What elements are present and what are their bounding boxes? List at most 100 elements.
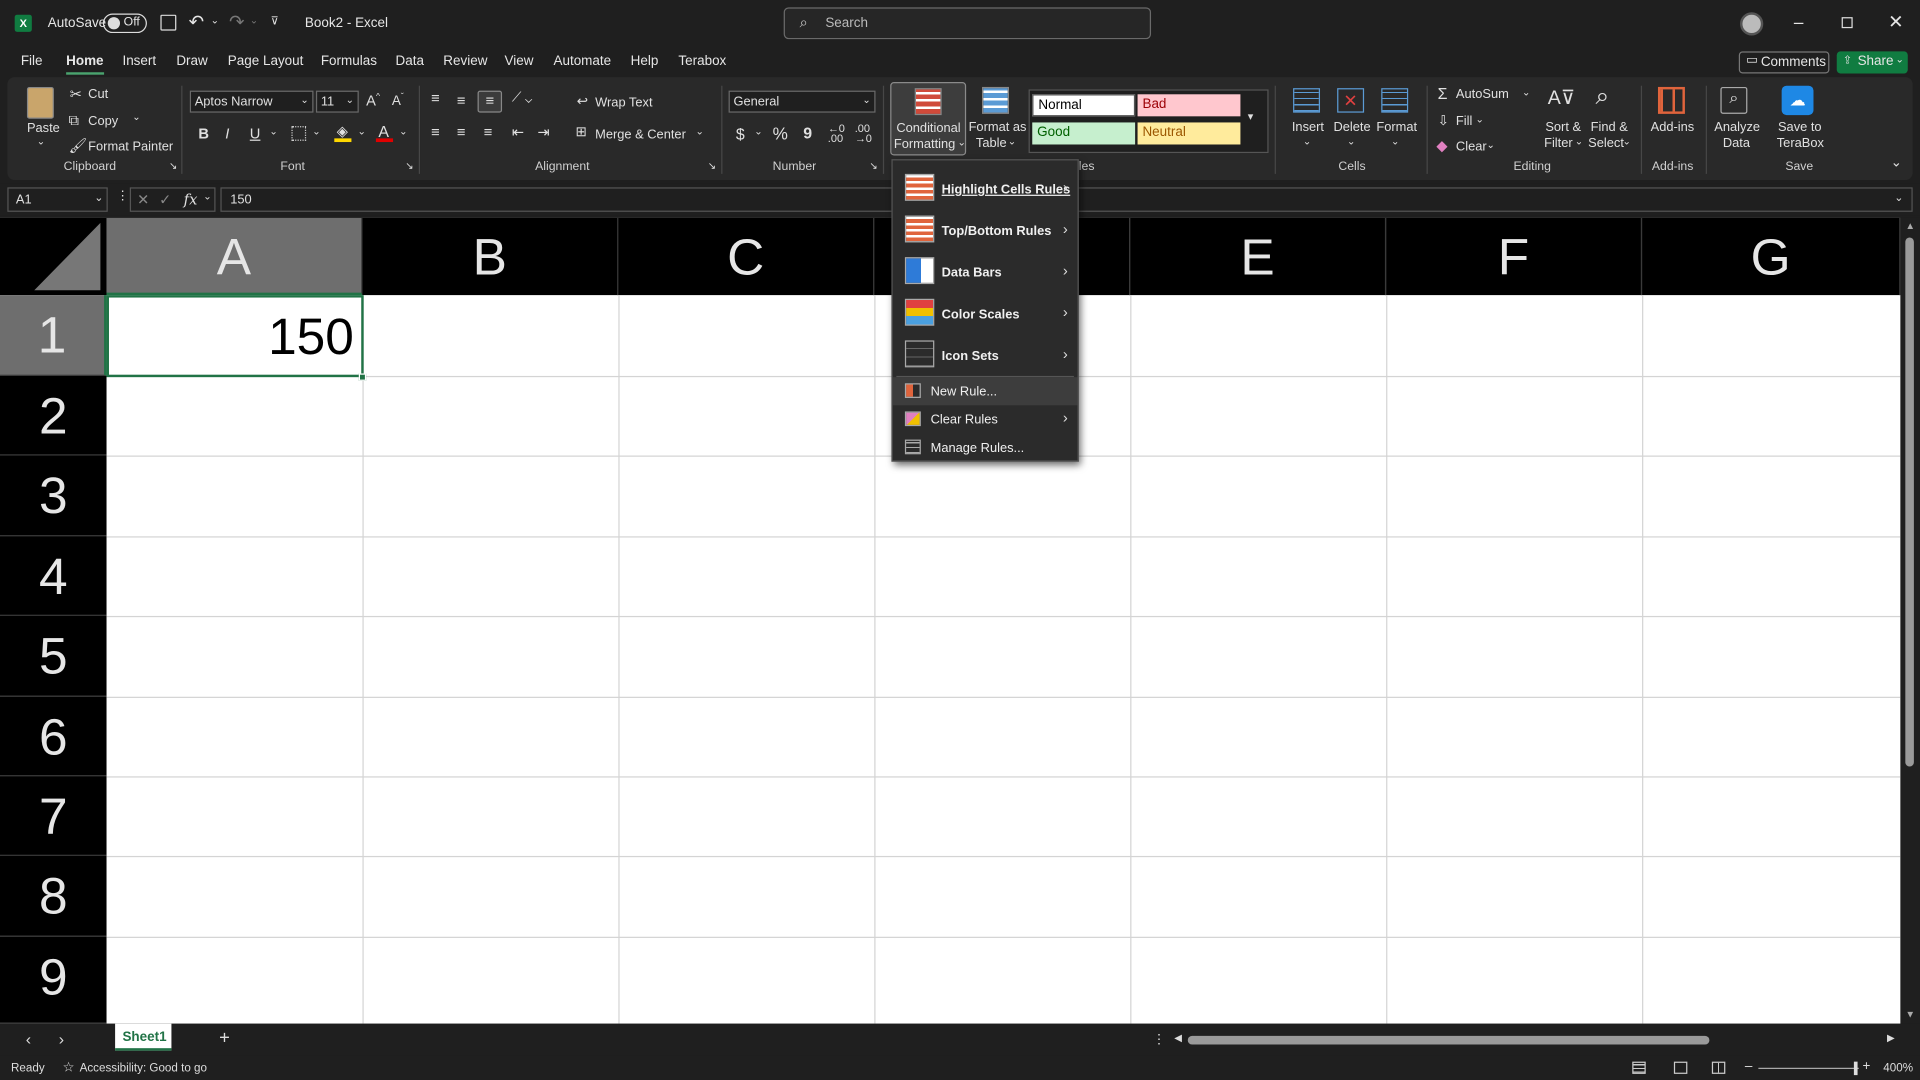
increase-font-icon[interactable]: A^ (366, 92, 380, 109)
autosum-label[interactable]: AutoSum (1456, 87, 1509, 102)
row-header-2[interactable]: 2 (0, 375, 107, 456)
column-header-b[interactable]: B (362, 217, 619, 296)
close-icon[interactable]: ✕ (1888, 11, 1903, 33)
decrease-indent-icon[interactable]: ⇤ (512, 124, 524, 141)
fill-color-dropdown-icon[interactable]: ⌄ (358, 126, 366, 137)
menu-item-new-rule[interactable]: New Rule... (892, 377, 1078, 406)
clear-dropdown-icon[interactable]: ⌄ (1487, 140, 1495, 151)
style-normal[interactable]: Normal (1032, 94, 1136, 117)
redo-icon[interactable]: ↷ (229, 11, 244, 33)
cancel-entry-icon[interactable]: ✕ (137, 191, 149, 208)
row-header-8[interactable]: 8 (0, 855, 107, 937)
underline-button[interactable]: U (250, 125, 261, 142)
orientation-icon[interactable]: ⟋ ⌄ (512, 91, 532, 107)
column-header-e[interactable]: E (1130, 217, 1387, 296)
row-header-5[interactable]: 5 (0, 615, 107, 697)
row-header-3[interactable]: 3 (0, 455, 107, 537)
analyze-data-icon[interactable]: ⌕ (1720, 86, 1748, 114)
number-launcher-icon[interactable]: ↘ (869, 160, 877, 171)
customize-qat-icon[interactable]: ⊽ (271, 15, 279, 28)
page-layout-view-icon[interactable] (1673, 1061, 1688, 1074)
zoom-slider-thumb[interactable] (1853, 1061, 1858, 1076)
row-header-9[interactable]: 9 (0, 936, 107, 1024)
format-as-table-label-1[interactable]: Format as (969, 120, 1027, 135)
page-break-view-icon[interactable] (1711, 1061, 1726, 1074)
menu-item-data-bars[interactable]: Data Bars › (893, 251, 1078, 293)
format-as-table-icon[interactable] (982, 86, 1009, 114)
sort-filter-dropdown-icon[interactable]: ⌄ (1575, 136, 1583, 147)
sort-filter-label-2[interactable]: Filter (1544, 136, 1573, 151)
tab-automate[interactable]: Automate (553, 54, 611, 69)
menu-item-highlight-cells-rules[interactable]: Highlight Cells Rules › (893, 168, 1078, 210)
increase-indent-icon[interactable]: ⇥ (538, 124, 550, 141)
comments-button[interactable]: ▭ Comments (1738, 51, 1830, 74)
copy-label[interactable]: Copy (88, 114, 118, 129)
format-as-table-dropdown-icon[interactable]: ⌄ (1008, 136, 1016, 147)
delete-cells-label[interactable]: Delete (1333, 120, 1370, 135)
currency-button[interactable]: $ (736, 125, 745, 143)
format-painter-label[interactable]: Format Painter (88, 140, 173, 155)
copy-dropdown-icon[interactable]: ⌄ (132, 111, 140, 122)
undo-dropdown-icon[interactable]: ⌄ (211, 15, 219, 26)
autosave-toggle[interactable]: Off (102, 13, 147, 34)
row-header-7[interactable]: 7 (0, 776, 107, 856)
delete-dropdown-icon[interactable]: ⌄ (1347, 136, 1355, 147)
align-right-icon[interactable]: ≡ (484, 124, 493, 141)
prev-sheet-icon[interactable]: ‹ (26, 1030, 31, 1048)
vertical-scrollbar[interactable]: ▲ ▼ (1900, 217, 1920, 1024)
wrap-text-label[interactable]: Wrap Text (595, 96, 652, 111)
tab-insert[interactable]: Insert (122, 54, 156, 69)
expand-formula-bar-icon[interactable]: ⌄ (1894, 191, 1903, 204)
zoom-out-icon[interactable]: – (1745, 1059, 1753, 1074)
find-select-dropdown-icon[interactable]: ⌄ (1622, 136, 1630, 147)
restore-icon[interactable] (1841, 17, 1853, 29)
align-center-icon[interactable]: ≡ (457, 124, 466, 141)
align-bottom-icon[interactable]: ≡ (477, 90, 503, 113)
active-cell-a1[interactable]: 150 (106, 295, 364, 378)
menu-item-top-bottom-rules[interactable]: Top/Bottom Rules › (893, 209, 1078, 251)
font-name-select[interactable]: Aptos Narrow ⌄ (189, 90, 314, 113)
paste-label[interactable]: Paste (27, 121, 60, 136)
borders-icon[interactable] (291, 126, 307, 141)
insert-function-icon[interactable]: fx (184, 191, 198, 208)
format-dropdown-icon[interactable]: ⌄ (1391, 136, 1399, 147)
increase-decimal-icon[interactable]: ←0.00 (828, 123, 845, 144)
find-select-label-2[interactable]: Select (1588, 136, 1624, 151)
confirm-entry-icon[interactable]: ✓ (159, 191, 171, 208)
column-header-a[interactable]: A (106, 217, 363, 296)
autosum-dropdown-icon[interactable]: ⌄ (1522, 87, 1530, 98)
add-sheet-icon[interactable]: + (219, 1027, 230, 1048)
menu-item-color-scales[interactable]: Color Scales › (893, 293, 1078, 335)
currency-dropdown-icon[interactable]: ⌄ (754, 126, 762, 137)
row-header-4[interactable]: 4 (0, 536, 107, 616)
insert-cells-icon[interactable] (1293, 88, 1321, 113)
tab-draw[interactable]: Draw (176, 54, 207, 69)
bold-button[interactable]: B (198, 125, 209, 142)
analyze-data-label-2[interactable]: Data (1723, 136, 1750, 151)
borders-dropdown-icon[interactable]: ⌄ (312, 126, 320, 137)
format-cells-icon[interactable] (1381, 88, 1409, 113)
ribbon-collapse-icon[interactable]: ⌄ (1891, 154, 1902, 171)
vertical-scroll-thumb[interactable] (1905, 237, 1914, 767)
tab-help[interactable]: Help (631, 54, 659, 69)
fill-handle[interactable] (358, 373, 367, 381)
column-header-g[interactable]: G (1642, 217, 1901, 296)
horizontal-scroll-thumb[interactable] (1187, 1035, 1710, 1045)
addins-icon[interactable] (1657, 86, 1685, 114)
zoom-slider-track[interactable] (1758, 1067, 1859, 1069)
addins-label[interactable]: Add-ins (1651, 120, 1695, 135)
style-neutral[interactable]: Neutral (1137, 122, 1241, 145)
scroll-left-icon[interactable]: ◀ (1174, 1032, 1182, 1043)
style-good[interactable]: Good (1032, 122, 1136, 145)
conditional-formatting-button[interactable]: Conditional Formatting ⌄ (890, 82, 967, 156)
menu-item-clear-rules[interactable]: Clear Rules › (893, 405, 1078, 433)
terabox-cloud-icon[interactable]: ☁ (1781, 85, 1814, 116)
underline-dropdown-icon[interactable]: ⌄ (269, 126, 277, 137)
font-launcher-icon[interactable]: ↘ (405, 160, 413, 171)
tab-view[interactable]: View (504, 54, 533, 69)
tab-file[interactable]: File (21, 54, 43, 69)
redo-dropdown-icon[interactable]: ⌄ (250, 15, 258, 26)
row-header-6[interactable]: 6 (0, 696, 107, 777)
column-header-f[interactable]: F (1386, 217, 1643, 296)
decrease-decimal-icon[interactable]: .00 →0 (855, 123, 872, 144)
